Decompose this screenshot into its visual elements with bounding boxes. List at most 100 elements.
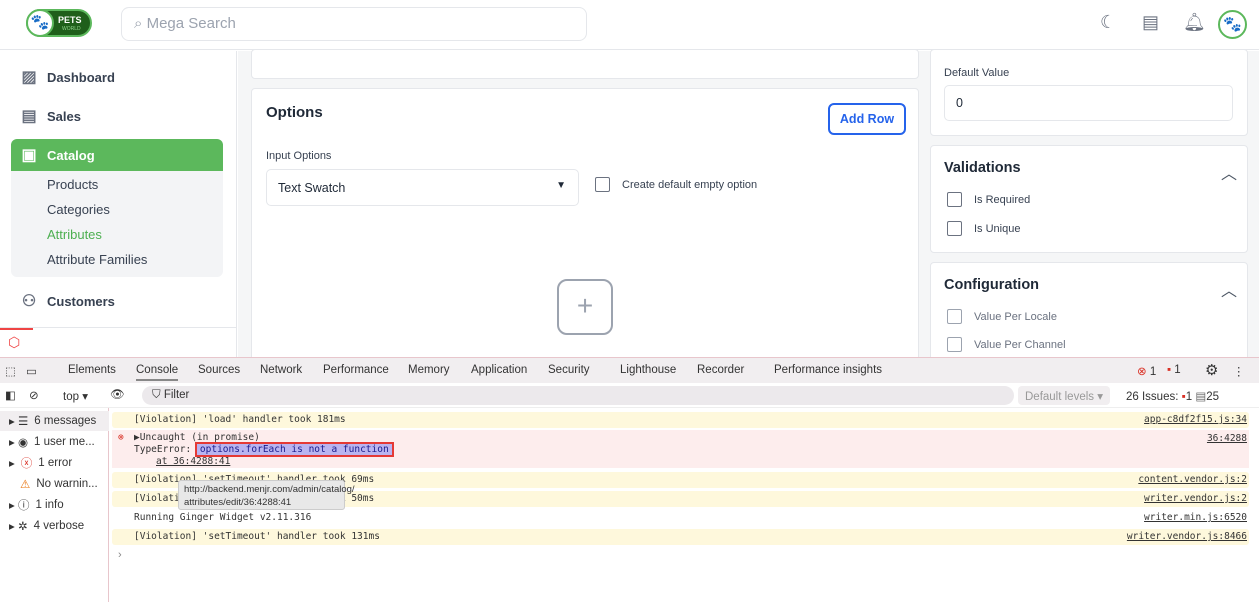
sidebar-user-messages[interactable]: ▸ ◉ 1 user me... (0, 432, 109, 452)
customers-icon: ⚇ (21, 293, 37, 310)
create-default-checkbox[interactable] (595, 177, 610, 192)
store-icon[interactable]: ▤ (1142, 12, 1159, 33)
clear-console-icon[interactable]: ⊘ (29, 388, 39, 402)
error-type: TypeError: (134, 444, 197, 455)
sidebar-item-catalog[interactable]: ▣ Catalog (11, 139, 223, 171)
submenu-categories[interactable]: Categories (47, 202, 110, 217)
issues-button[interactable]: 26 Issues: ▪1 ▤25 (1126, 389, 1219, 403)
add-row-button[interactable]: Add Row (828, 103, 906, 135)
tab-lighthouse[interactable]: Lighthouse (620, 364, 676, 376)
sidebar-errors[interactable]: ▸ ⓧ 1 error (0, 453, 109, 473)
top-header: 🐾 PETS WORLD ⌕ Mega Search ☾ ▤ 🔔︎ 🐾 (0, 0, 1259, 50)
is-unique-checkbox[interactable] (947, 221, 962, 236)
error-count-icon[interactable]: ⊗ 1 (1137, 364, 1156, 378)
sidebar-verbose[interactable]: ▸ ✲ 4 verbose (0, 516, 109, 536)
top-card (251, 49, 919, 79)
pets-world-logo[interactable]: 🐾 PETS WORLD (26, 9, 92, 37)
default-levels-select[interactable]: Default levels ▾ (1018, 386, 1110, 405)
main-content: Options Add Row Input Options Text Swatc… (238, 49, 1259, 372)
more-icon[interactable]: ⋮ (1233, 364, 1245, 378)
chevron-up-icon[interactable]: ︿ (1221, 277, 1237, 301)
tab-elements[interactable]: Elements (68, 364, 116, 376)
issue-count-icon[interactable]: ▪ 1 (1167, 364, 1181, 376)
value-per-locale-label: Value Per Locale (974, 311, 1057, 323)
submenu-attribute-families[interactable]: Attribute Families (47, 252, 147, 267)
sidebar-info[interactable]: ▸ ⓘ 1 info (0, 495, 109, 515)
console-toolbar: ◧ ⊘ top ▾ 👁︎ ⛉ Filter Default levels ▾ 2… (0, 384, 1259, 408)
input-options-label: Input Options (266, 150, 332, 162)
tab-sources[interactable]: Sources (198, 364, 240, 376)
device-toggle-icon[interactable]: ▭ (26, 364, 37, 378)
tooltip-line: http://backend.menjr.com/admin/catalog/ (184, 484, 355, 495)
message-source-link[interactable]: writer.vendor.js:8466 (1127, 529, 1247, 545)
devtools-tabs: ⬚ ▭ Elements Console Sources Network Per… (0, 358, 1259, 383)
tab-application[interactable]: Application (471, 364, 527, 376)
moon-icon[interactable]: ☾ (1100, 12, 1116, 33)
tab-security[interactable]: Security (548, 364, 590, 376)
input-options-select[interactable]: Text Swatch ▼ (266, 169, 579, 206)
filter-placeholder: Filter (163, 389, 190, 401)
message-source-link[interactable]: content.vendor.js:2 (1138, 472, 1247, 488)
eye-icon[interactable]: 👁︎ (110, 387, 125, 401)
configuration-card: Configuration ︿ Value Per Locale Value P… (930, 262, 1248, 372)
tab-memory[interactable]: Memory (408, 364, 450, 376)
console-prompt[interactable]: › (118, 549, 122, 561)
sales-icon: ▤ (21, 108, 37, 125)
submenu-products[interactable]: Products (47, 177, 98, 192)
levels-value: Default levels (1025, 391, 1095, 403)
label: Dashboard (47, 69, 115, 85)
settings-icon[interactable]: ⚙ (1205, 361, 1218, 379)
tab-recorder[interactable]: Recorder (697, 364, 744, 376)
chevron-up-icon[interactable]: ︿ (1221, 160, 1237, 184)
default-value-card: Default Value 0 (930, 49, 1248, 136)
label: 1 user me... (34, 436, 95, 448)
message-text: Running Ginger Widget v2.11.316 (134, 512, 312, 523)
logo-subtext: WORLD (62, 26, 81, 32)
bell-icon[interactable]: 🔔︎ (1183, 12, 1206, 33)
sidebar-item-customers[interactable]: ⚇ Customers (11, 285, 223, 317)
submenu-attributes[interactable]: Attributes (47, 227, 102, 242)
stack-link[interactable]: at 36:4288:41 (134, 456, 1249, 468)
console-sidebar: ▸ ☰ 6 messages ▸ ◉ 1 user me... ▸ ⓧ 1 er… (0, 408, 109, 602)
message-text[interactable]: ▶Uncaught (in promise) (134, 432, 1249, 444)
filter-input[interactable]: ⛉ Filter (142, 386, 1014, 405)
inspect-icon[interactable]: ⬚ (5, 364, 16, 378)
avatar[interactable]: 🐾 (1218, 10, 1247, 39)
options-title: Options (266, 104, 323, 121)
value-per-channel-label: Value Per Channel (974, 339, 1066, 351)
sidebar-item-sales[interactable]: ▤ Sales (11, 100, 223, 132)
sidebar-messages[interactable]: ▸ ☰ 6 messages (0, 411, 109, 431)
console-message: [Violation] 'load' handler took 181ms app… (112, 412, 1249, 428)
dashboard-icon: ▨ (21, 69, 37, 86)
issues-errors: 1 (1185, 391, 1193, 403)
is-required-label: Is Required (974, 194, 1031, 206)
label: 1 error (38, 457, 73, 469)
default-value-input[interactable]: 0 (944, 85, 1233, 121)
tab-performance[interactable]: Performance (323, 364, 389, 376)
tooltip-line: attributes/edit/36:4288:41 (184, 497, 292, 508)
label: 4 verbose (33, 520, 85, 532)
tab-console[interactable]: Console (136, 364, 179, 381)
message-source-link[interactable]: 36:4288 (1207, 433, 1247, 445)
tab-performance-insights[interactable]: Performance insights (774, 364, 882, 376)
select-value: Text Swatch (278, 181, 346, 195)
context-select[interactable]: top ▾ (63, 389, 88, 403)
mega-search-input[interactable]: ⌕ Mega Search (121, 7, 587, 41)
is-required-checkbox[interactable] (947, 192, 962, 207)
message-source-link[interactable]: app-c8df2f15.js:34 (1144, 412, 1247, 428)
message-text: [Violation] 'load' handler took 181ms (134, 414, 346, 425)
console-error-message: ⊗ ▶Uncaught (in promise) TypeError: opti… (112, 430, 1249, 468)
message-source-link[interactable]: writer.vendor.js:2 (1144, 491, 1247, 507)
tab-network[interactable]: Network (260, 364, 302, 376)
message-source-link[interactable]: writer.min.js:6520 (1144, 510, 1247, 526)
value-per-channel-checkbox[interactable] (947, 337, 962, 352)
value-per-locale-checkbox[interactable] (947, 309, 962, 324)
context-value: top (63, 391, 79, 403)
sidebar-toggle-icon[interactable]: ◧ (5, 388, 16, 402)
dropdown-arrow-icon: ▼ (556, 180, 566, 191)
message-text: [Violation] 'setTimeout' handler took 13… (134, 531, 380, 542)
label: No warnin... (36, 478, 98, 490)
sidebar-warnings[interactable]: ⚠ No warnin... (0, 474, 109, 494)
laravel-debugbar-icon[interactable]: ⬡ (0, 328, 33, 357)
sidebar-item-dashboard[interactable]: ▨ Dashboard (11, 61, 223, 93)
